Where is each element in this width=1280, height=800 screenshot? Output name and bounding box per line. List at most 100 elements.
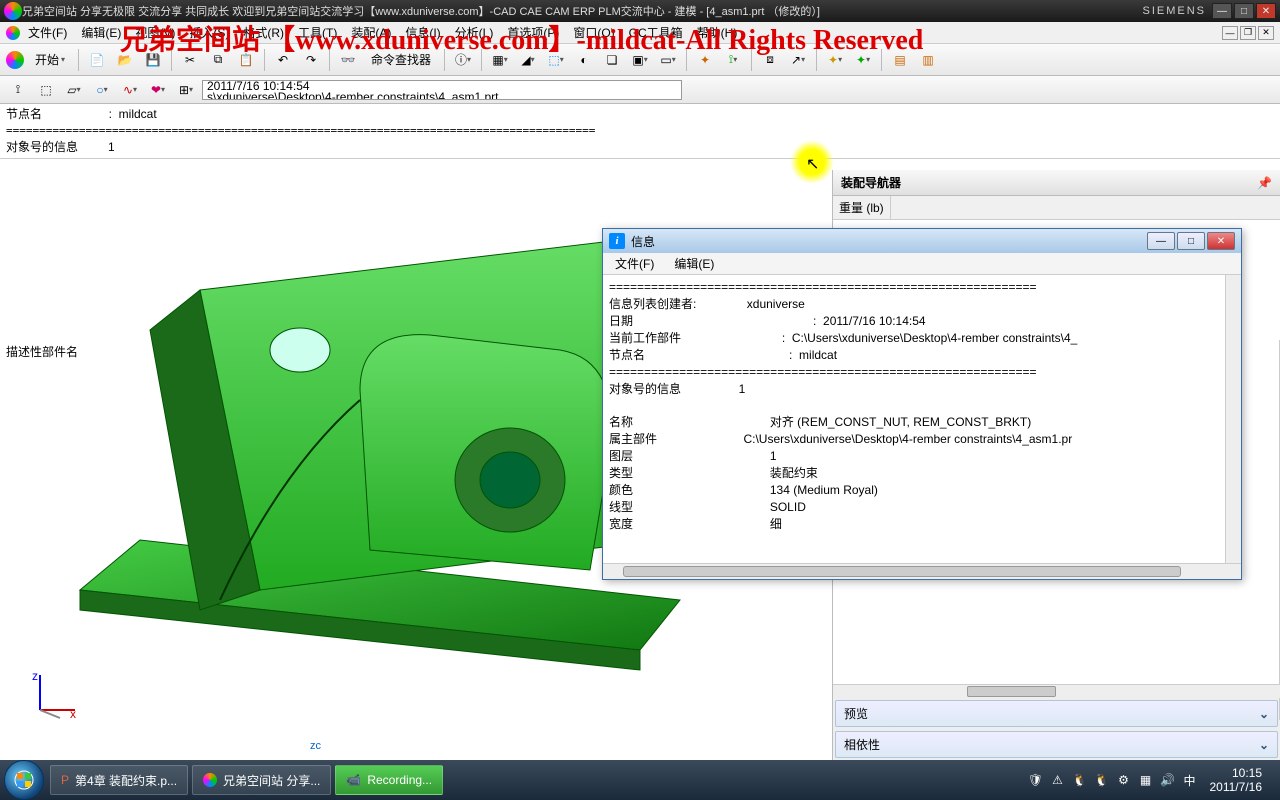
main-toolbar: 开始▾ 📄 📂 💾 ✂ ⧉ 📋 ↶ ↷ 👓 命令查找器 ⓘ▾ ▦▾ ◢▾ ⬚▾ … bbox=[0, 44, 1280, 76]
grid2-icon[interactable]: ▥ bbox=[916, 48, 940, 72]
menu-format[interactable]: 格式(R) bbox=[237, 22, 290, 43]
sketch-icon[interactable]: ▱▾ bbox=[62, 78, 86, 102]
info-header: 节点名 : mildcat ==========================… bbox=[0, 104, 1280, 159]
binoculars-icon[interactable]: 👓 bbox=[336, 48, 360, 72]
dialog-menu-edit[interactable]: 编辑(E) bbox=[668, 253, 720, 274]
dialog-maximize[interactable]: □ bbox=[1177, 232, 1205, 250]
explode-icon[interactable]: ↗▾ bbox=[786, 48, 810, 72]
close-button[interactable]: ✕ bbox=[1256, 3, 1276, 19]
layer-icon[interactable]: ▦▾ bbox=[488, 48, 512, 72]
camera-icon: 📹 bbox=[346, 773, 361, 787]
undo-icon[interactable]: ↶ bbox=[271, 48, 295, 72]
paste-icon[interactable]: 📋 bbox=[234, 48, 258, 72]
start-orb[interactable] bbox=[4, 760, 44, 800]
maximize-button[interactable]: □ bbox=[1234, 3, 1254, 19]
mdi-window-buttons: — ❐ ✕ bbox=[1222, 26, 1274, 40]
pin-icon[interactable]: 📌 bbox=[1257, 176, 1272, 190]
menu-file[interactable]: 文件(F) bbox=[22, 22, 73, 43]
dialog-titlebar[interactable]: i 信息 — □ ✕ bbox=[603, 229, 1241, 253]
powerpoint-icon: P bbox=[61, 773, 69, 787]
menu-pref[interactable]: 首选项(P) bbox=[501, 22, 565, 43]
open-file-icon[interactable]: 📂 bbox=[113, 48, 137, 72]
tray-net-icon[interactable]: ▦ bbox=[1138, 772, 1154, 788]
nx-start-icon bbox=[6, 51, 24, 69]
tray-shield-icon[interactable]: 🛡 bbox=[1028, 772, 1044, 788]
dialog-close[interactable]: ✕ bbox=[1207, 232, 1235, 250]
menu-assembly[interactable]: 装配(A) bbox=[345, 22, 397, 43]
command-finder[interactable]: 命令查找器 bbox=[364, 48, 438, 72]
rect-icon[interactable]: ▭▾ bbox=[656, 48, 680, 72]
windows-taskbar: P第4章 装配约束.p... 兄弟空间站 分享... 📹Recording...… bbox=[0, 760, 1280, 800]
box-icon[interactable]: ❏ bbox=[600, 48, 624, 72]
dialog-minimize[interactable]: — bbox=[1147, 232, 1175, 250]
tray-warn-icon[interactable]: ⚠ bbox=[1050, 772, 1066, 788]
dialog-vscroll[interactable] bbox=[1225, 275, 1241, 563]
box2-icon[interactable]: ▣▾ bbox=[628, 48, 652, 72]
dependency-section[interactable]: 相依性⌄ bbox=[835, 731, 1278, 758]
heart-icon[interactable]: ❤▾ bbox=[146, 78, 170, 102]
menu-bar: 文件(F) 编辑(E) 视图(V) 插入(S) 格式(R) 工具(T) 装配(A… bbox=[0, 22, 1280, 44]
contrast-icon[interactable]: ◐ bbox=[572, 48, 596, 72]
grid1-icon[interactable]: ▤ bbox=[888, 48, 912, 72]
assembly-icon[interactable]: ⧈ bbox=[758, 48, 782, 72]
shaded-icon[interactable]: ◢▾ bbox=[516, 48, 540, 72]
taskbar-clock[interactable]: 10:152011/7/16 bbox=[1204, 766, 1269, 794]
start-button[interactable]: 开始▾ bbox=[28, 48, 72, 72]
dialog-title: 信息 bbox=[631, 233, 1145, 250]
navigator-header: 装配导航器 📌 bbox=[833, 170, 1280, 196]
siemens-brand: SIEMENS bbox=[1142, 5, 1206, 17]
navigator-hscroll[interactable] bbox=[833, 684, 1280, 698]
tray-gear-icon[interactable]: ⚙ bbox=[1116, 772, 1132, 788]
curve-icon[interactable]: ∿▾ bbox=[118, 78, 142, 102]
copy-icon[interactable]: ⧉ bbox=[206, 48, 230, 72]
viewport-zc-label: zc bbox=[310, 740, 321, 752]
redo-icon[interactable]: ↷ bbox=[299, 48, 323, 72]
secondary-toolbar: ⟟ ⬚ ▱▾ ○▾ ∿▾ ❤▾ ⊞▾ 2011/7/16 10:14:54 s\… bbox=[0, 76, 1280, 104]
nx-task-icon bbox=[203, 773, 217, 787]
nx-logo-icon bbox=[6, 26, 20, 40]
star1-icon[interactable]: ✦▾ bbox=[823, 48, 847, 72]
window-title: 兄弟空间站 分享无极限 交流分享 共同成长 欢迎到兄弟空间站交流学习【www.x… bbox=[22, 3, 1142, 19]
menu-window[interactable]: 窗口(O) bbox=[567, 22, 620, 43]
taskbar-powerpoint[interactable]: P第4章 装配约束.p... bbox=[50, 765, 188, 795]
circle-icon[interactable]: ○▾ bbox=[90, 78, 114, 102]
cube-icon[interactable]: ⬚▾ bbox=[544, 48, 568, 72]
dialog-menu-file[interactable]: 文件(F) bbox=[609, 253, 660, 274]
dialog-hscroll[interactable] bbox=[603, 563, 1241, 579]
col-weight[interactable]: 重量 (lb) bbox=[833, 196, 891, 219]
menu-insert[interactable]: 插入(S) bbox=[183, 22, 235, 43]
tray-qq1-icon[interactable]: 🐧 bbox=[1072, 772, 1088, 788]
pattern-icon[interactable]: ⊞▾ bbox=[174, 78, 198, 102]
taskbar-recording[interactable]: 📹Recording... bbox=[335, 765, 443, 795]
new-file-icon[interactable]: 📄 bbox=[85, 48, 109, 72]
menu-gc[interactable]: GC工具箱 bbox=[623, 22, 689, 43]
constraint-icon[interactable]: ⟟ bbox=[6, 78, 30, 102]
csys-icon[interactable]: ⟟▾ bbox=[721, 48, 745, 72]
mdi-close[interactable]: ✕ bbox=[1258, 26, 1274, 40]
menu-view[interactable]: 视图(V) bbox=[129, 22, 181, 43]
mdi-minimize[interactable]: — bbox=[1222, 26, 1238, 40]
minimize-button[interactable]: — bbox=[1212, 3, 1232, 19]
cut-icon[interactable]: ✂ bbox=[178, 48, 202, 72]
info-dropdown-icon[interactable]: ⓘ▾ bbox=[451, 48, 475, 72]
star2-icon[interactable]: ✦▾ bbox=[851, 48, 875, 72]
menu-edit[interactable]: 编辑(E) bbox=[75, 22, 127, 43]
menu-analysis[interactable]: 分析(L) bbox=[449, 22, 500, 43]
taskbar-nx[interactable]: 兄弟空间站 分享... bbox=[192, 765, 331, 795]
info-icon: i bbox=[609, 233, 625, 249]
wcs-icon[interactable]: ✦ bbox=[693, 48, 717, 72]
path-display: 2011/7/16 10:14:54 s\xduniverse\Desktop\… bbox=[202, 80, 682, 100]
tray-vol-icon[interactable]: 🔊 bbox=[1160, 772, 1176, 788]
save-icon[interactable]: 💾 bbox=[141, 48, 165, 72]
navigator-columns: 描述性部件名 重量 (lb) bbox=[833, 196, 1280, 220]
menu-help[interactable]: 帮助(H) bbox=[691, 22, 744, 43]
dialog-menubar: 文件(F) 编辑(E) bbox=[603, 253, 1241, 275]
component-icon[interactable]: ⬚ bbox=[34, 78, 58, 102]
mdi-restore[interactable]: ❐ bbox=[1240, 26, 1256, 40]
dialog-text-body[interactable]: ========================================… bbox=[603, 275, 1225, 563]
tray-qq2-icon[interactable]: 🐧 bbox=[1094, 772, 1110, 788]
tray-ime-icon[interactable]: 中 bbox=[1182, 772, 1198, 788]
menu-info[interactable]: 信息(I) bbox=[399, 22, 446, 43]
menu-tools[interactable]: 工具(T) bbox=[292, 22, 343, 43]
info-dialog: i 信息 — □ ✕ 文件(F) 编辑(E) =================… bbox=[602, 228, 1242, 580]
